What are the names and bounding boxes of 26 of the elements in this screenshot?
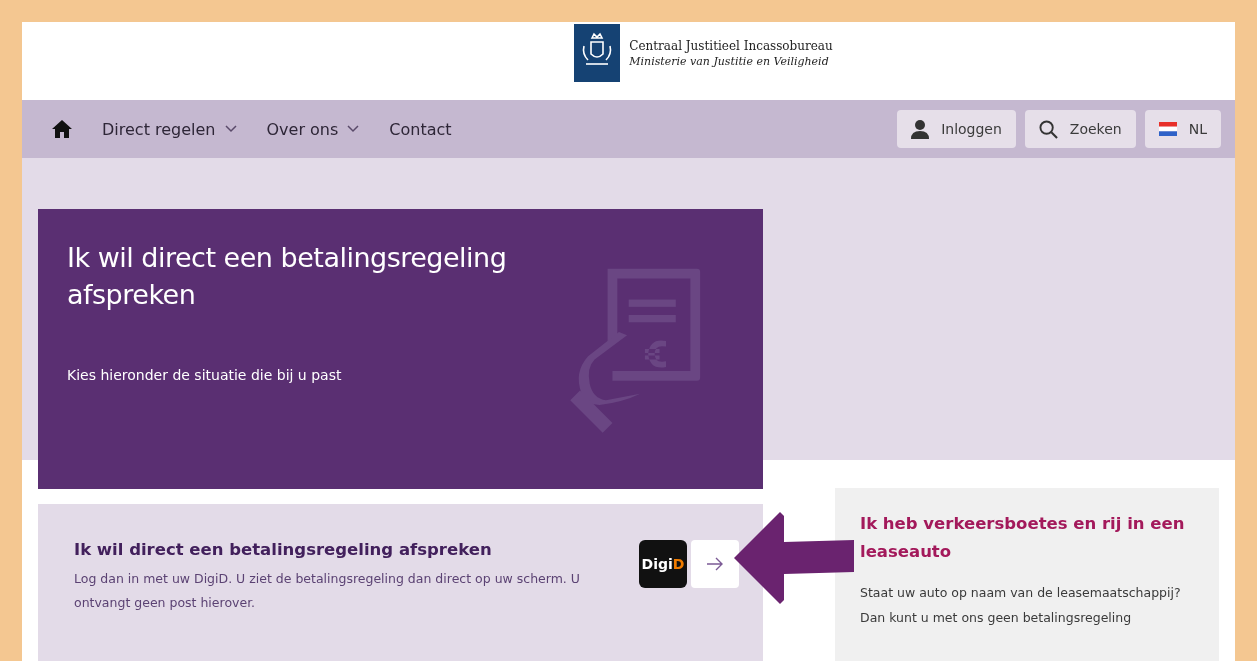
search-button[interactable]: Zoeken (1024, 110, 1136, 148)
user-icon (911, 119, 930, 139)
side-card-title: Ik heb verkeersboetes en rij in een leaseauto (860, 513, 1186, 563)
organization-name: Centraal Justitieel Incassobureau (629, 38, 833, 53)
digid-logo: DigiD (639, 540, 687, 588)
arrow-button[interactable] (691, 540, 739, 588)
option-card[interactable]: Ik wil direct een betalingsregeling afspreken Log dan in met uw DigiD. U ziet de betalingsregeling dan direct op uw scherm. U ontvangt geen post hierover. DigiD (38, 504, 763, 661)
nav-link[interactable]: Direct regelen (102, 119, 237, 139)
login-button[interactable]: Inloggen (897, 110, 1016, 148)
hero-subtitle: Kies hieronder de situatie die bij u past (67, 367, 343, 383)
home-icon[interactable] (52, 120, 72, 138)
coat-of-arms-logo[interactable] (574, 24, 621, 82)
ministry-name: Ministerie van Justitie en Veiligheid (629, 54, 830, 68)
nav-link[interactable]: Over ons (266, 119, 360, 139)
option-description: Log dan in met uw DigiD. U ziet de betalingsregeling dan direct op uw scherm. U ontvangt geen post hierover. (74, 570, 581, 612)
nav-link[interactable]: Contact (389, 119, 452, 139)
flag-icon (1158, 122, 1177, 136)
language-button[interactable]: NL (1144, 110, 1221, 148)
chevron-down-icon[interactable] (347, 125, 360, 133)
side-card-description: Staat uw auto op naam van de leasemaatschappij? Dan kunt u met ons geen betalingsregeling (860, 584, 1182, 627)
arrow-right-icon (706, 557, 724, 571)
option-title: Ik wil direct een betalingsregeling afspreken (74, 540, 493, 559)
chevron-down-icon[interactable] (224, 125, 237, 133)
hero-title: Ik wil direct een betalingsregeling afspreken (67, 241, 508, 312)
search-icon (1038, 119, 1058, 139)
side-card[interactable]: Ik heb verkeersboetes en rij in een leaseauto Staat uw auto op naam van de leasemaatschappij? Dan kunt u met ons geen betalingsregeling (835, 488, 1219, 661)
